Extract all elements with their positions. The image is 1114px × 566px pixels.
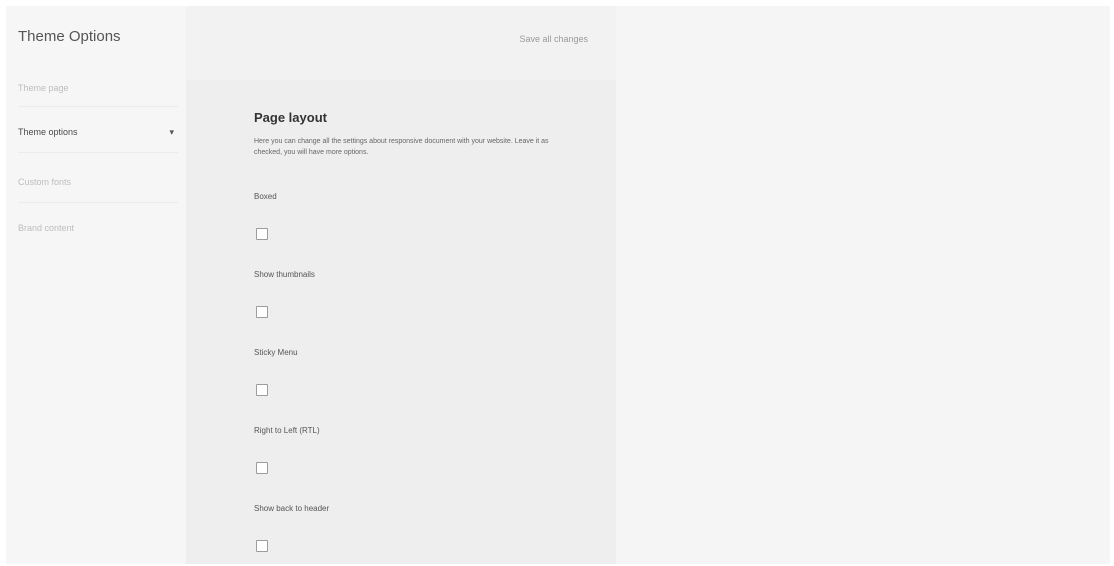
sidebar-item-label: Theme page xyxy=(18,83,69,93)
top-bar: Save all changes xyxy=(186,6,616,80)
sidebar-item-theme-options[interactable]: Theme options ▾ xyxy=(18,120,178,144)
sidebar: Theme Options Theme page Theme options ▾… xyxy=(6,6,187,564)
checkbox-show-thumbnails[interactable] xyxy=(256,306,268,318)
checkbox-back-to-header[interactable] xyxy=(256,540,268,552)
option-label-show-thumbnails: Show thumbnails xyxy=(254,270,315,279)
option-label-rtl: Right to Left (RTL) xyxy=(254,426,320,435)
sidebar-item-theme-page[interactable]: Theme page xyxy=(18,76,178,100)
section-title: Page layout xyxy=(254,110,327,125)
checkbox-sticky-menu[interactable] xyxy=(256,384,268,396)
sidebar-divider xyxy=(18,152,178,153)
sidebar-divider xyxy=(18,202,178,203)
option-label-boxed: Boxed xyxy=(254,192,277,201)
sidebar-item-custom-fonts[interactable]: Custom fonts xyxy=(18,170,178,194)
sidebar-item-brand-content[interactable]: Brand content xyxy=(18,216,178,240)
sidebar-title: Theme Options xyxy=(18,28,121,45)
chevron-down-icon: ▾ xyxy=(169,127,174,137)
option-label-back-to-header: Show back to header xyxy=(254,504,330,513)
checkbox-rtl[interactable] xyxy=(256,462,268,474)
app-frame: Theme Options Theme page Theme options ▾… xyxy=(6,6,1110,564)
checkbox-boxed[interactable] xyxy=(256,228,268,240)
sidebar-divider xyxy=(18,106,178,107)
option-label-sticky-menu: Sticky Menu xyxy=(254,348,298,357)
sidebar-item-label: Custom fonts xyxy=(18,177,72,187)
settings-panel: Page layout Here you can change all the … xyxy=(186,80,616,564)
empty-content-area xyxy=(616,6,1110,564)
sidebar-item-label: Brand content xyxy=(18,223,75,233)
section-description: Here you can change all the settings abo… xyxy=(254,138,549,156)
sidebar-item-label: Theme options xyxy=(18,127,78,137)
save-all-changes-link[interactable]: Save all changes xyxy=(519,34,588,44)
